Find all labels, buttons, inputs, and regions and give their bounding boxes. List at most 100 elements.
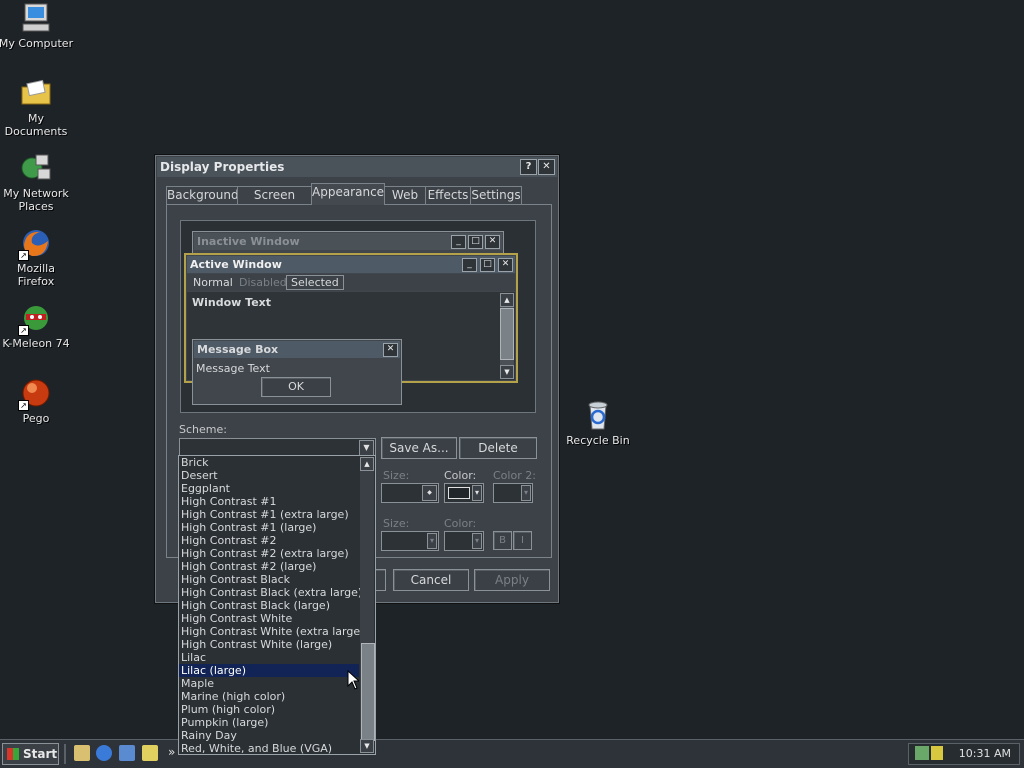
- scheme-list-item[interactable]: High Contrast Black (extra large): [179, 586, 362, 599]
- scheme-list-item[interactable]: High Contrast Black: [179, 573, 359, 586]
- minimize-icon: _: [462, 258, 477, 272]
- desktop-icon-my-computer[interactable]: My Computer: [0, 2, 74, 50]
- chevron-down-icon[interactable]: ▾: [472, 485, 482, 501]
- internet-explorer-icon[interactable]: [96, 745, 112, 761]
- scheme-list-item[interactable]: Marine (high color): [179, 690, 359, 703]
- outlook-express-icon[interactable]: [119, 745, 135, 761]
- show-desktop-icon[interactable]: [74, 745, 90, 761]
- minimize-icon: _: [451, 235, 466, 249]
- shortcut-arrow-icon: ↗: [18, 250, 29, 261]
- computer-icon: [20, 2, 52, 34]
- scheme-list-item[interactable]: High Contrast #1 (extra large): [179, 508, 359, 521]
- volume-tray-icon[interactable]: [931, 746, 943, 760]
- shortcut-arrow-icon: ↗: [18, 325, 29, 336]
- dialog-titlebar[interactable]: Display Properties ? ✕: [157, 157, 557, 177]
- preview-ok-button: OK: [261, 377, 331, 397]
- close-button[interactable]: ✕: [538, 159, 555, 175]
- item-size-spinner[interactable]: ◆: [381, 483, 439, 503]
- quick-launch-chevron[interactable]: »: [168, 745, 175, 759]
- clock[interactable]: 10:31 AM: [959, 747, 1011, 760]
- tab-screen-saver[interactable]: Screen Saver: [237, 186, 312, 219]
- message-box-title: Message Box: [197, 343, 279, 356]
- dropdown-scrollbar[interactable]: ▲ ▼: [360, 457, 375, 753]
- font-size-select[interactable]: ▾: [381, 531, 439, 551]
- apply-button[interactable]: Apply: [474, 569, 550, 591]
- scheme-list-item[interactable]: High Contrast Black (large): [179, 599, 359, 612]
- desktop-icon-kmeleon[interactable]: ↗ K-Meleon 74: [0, 302, 74, 350]
- shortcut-arrow-icon: ↗: [18, 400, 29, 411]
- item-color2-label: Color 2:: [493, 469, 536, 482]
- delete-button[interactable]: Delete: [459, 437, 537, 459]
- tab-effects[interactable]: Effects: [425, 186, 471, 204]
- scroll-up-icon[interactable]: ▲: [360, 457, 374, 471]
- save-as-button[interactable]: Save As...: [381, 437, 457, 459]
- chevron-down-icon[interactable]: ▾: [521, 485, 531, 501]
- inactive-window-title: Inactive Window: [197, 235, 300, 248]
- scheme-list-item[interactable]: Rainy Day: [179, 729, 359, 742]
- menu-disabled: Disabled: [239, 276, 287, 289]
- desktop-icon-label: My Network: [3, 187, 69, 200]
- preview-scrollbar: ▲ ▼: [500, 293, 514, 379]
- desktop-icon-my-documents[interactable]: My Documents: [0, 77, 74, 138]
- scheme-list-item[interactable]: High Contrast #2: [179, 534, 359, 547]
- scheme-dropdown-list[interactable]: Brick Desert Eggplant High Contrast #1 High …: [178, 455, 376, 755]
- chevron-down-icon[interactable]: ▾: [472, 533, 482, 549]
- bold-button[interactable]: B: [493, 531, 512, 550]
- spinner-arrows-icon[interactable]: ◆: [422, 485, 437, 501]
- active-window-title: Active Window: [190, 258, 282, 271]
- desktop-icon-firefox[interactable]: ↗ Mozilla Firefox: [0, 227, 74, 288]
- cancel-button[interactable]: Cancel: [393, 569, 469, 591]
- tab-settings[interactable]: Settings: [470, 186, 522, 204]
- scroll-thumb[interactable]: [361, 643, 375, 741]
- chevron-down-icon[interactable]: ▾: [427, 533, 437, 549]
- help-icon: ?: [525, 161, 532, 172]
- desktop-icon-label: Mozilla Firefox: [17, 262, 55, 288]
- help-button[interactable]: ?: [520, 159, 537, 175]
- scroll-down-icon[interactable]: ▼: [360, 739, 374, 753]
- close-icon: ✕: [485, 235, 500, 249]
- scheme-list-item[interactable]: High Contrast White (extra large): [179, 625, 364, 638]
- desktop-icon-network-places[interactable]: My Network Places: [0, 152, 74, 213]
- tab-appearance[interactable]: Appearance: [311, 183, 385, 205]
- item-color-picker[interactable]: ▾: [444, 483, 484, 503]
- windows-logo-icon: [7, 748, 19, 760]
- search-icon[interactable]: [142, 745, 158, 761]
- desktop-icon-label: Pego: [22, 412, 50, 425]
- start-button[interactable]: Start: [2, 743, 59, 765]
- network-tray-icon[interactable]: [915, 746, 929, 760]
- scheme-list-item[interactable]: Brick: [179, 456, 359, 469]
- desktop-icon-label: My Computer: [0, 37, 74, 50]
- item-color2-picker[interactable]: ▾: [493, 483, 533, 503]
- scheme-list-item[interactable]: Lilac: [179, 651, 359, 664]
- tab-background[interactable]: Background: [166, 186, 239, 204]
- network-icon: [20, 152, 52, 184]
- preview-scroll-thumb: [500, 308, 514, 360]
- scheme-list-item[interactable]: Maple: [179, 677, 359, 690]
- scheme-list-item[interactable]: Pumpkin (large): [179, 716, 359, 729]
- menu-selected: Selected: [286, 275, 344, 290]
- folder-icon: [20, 77, 52, 109]
- scheme-list-item[interactable]: High Contrast White: [179, 612, 359, 625]
- desktop-icon-pego[interactable]: ↗ Pego: [0, 377, 74, 425]
- appearance-preview: Inactive Window _ □ ✕ Active Window _ □ …: [180, 220, 536, 413]
- scheme-list-item[interactable]: High Contrast #2 (extra large): [179, 547, 359, 560]
- tab-web[interactable]: Web: [384, 186, 426, 204]
- chevron-down-icon[interactable]: ▼: [359, 440, 374, 456]
- close-icon: ✕: [383, 343, 398, 357]
- scheme-list-item[interactable]: Eggplant: [179, 482, 359, 495]
- scheme-list-item[interactable]: High Contrast #2 (large): [179, 560, 359, 573]
- scheme-list-item[interactable]: Lilac (large): [179, 664, 359, 677]
- scheme-list-item[interactable]: High Contrast #1: [179, 495, 359, 508]
- firefox-icon: ↗: [18, 227, 52, 261]
- scheme-list-item[interactable]: Plum (high color): [179, 703, 359, 716]
- message-text: Message Text: [196, 362, 270, 375]
- item-size-label: Size:: [383, 469, 410, 482]
- scheme-list-item[interactable]: Red, White, and Blue (VGA): [179, 742, 359, 755]
- scheme-list-item[interactable]: High Contrast #1 (large): [179, 521, 359, 534]
- font-color-picker[interactable]: ▾: [444, 531, 484, 551]
- desktop-icon-recycle-bin[interactable]: Recycle Bin: [560, 399, 636, 447]
- italic-button[interactable]: I: [513, 531, 532, 550]
- kmeleon-icon: ↗: [18, 302, 52, 336]
- scheme-list-item[interactable]: High Contrast White (large): [179, 638, 359, 651]
- scheme-list-item[interactable]: Desert: [179, 469, 359, 482]
